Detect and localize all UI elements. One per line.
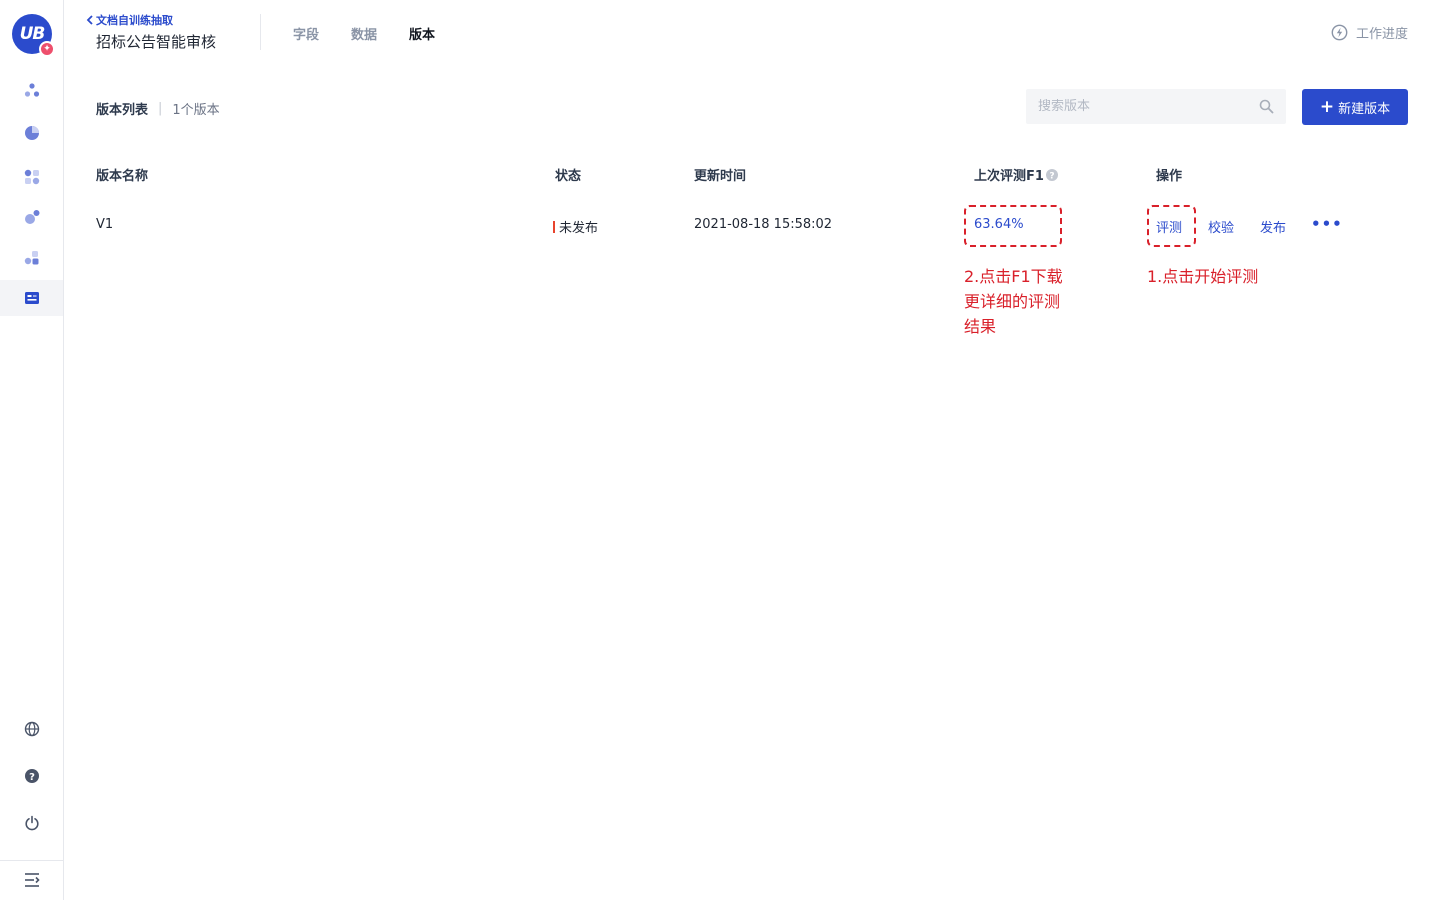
document-extract-icon [24,292,39,304]
f1-annotation-line-1: 2.点击F1下载 [964,267,1063,286]
column-header-updated: 更新时间 [694,169,747,184]
lightning-circle-icon [1331,24,1348,41]
sidebar-item-language[interactable] [0,711,63,747]
title-separator: | [158,101,163,116]
globe-icon [24,721,39,737]
sidebar-item-pie[interactable] [0,115,63,151]
sidebar-item-help[interactable]: ? [0,758,63,794]
work-progress-label: 工作进度 [1355,27,1408,42]
search-input[interactable] [1026,99,1259,114]
tab-data[interactable]: 数据 [351,24,377,43]
f1-annotation-line-2: 更详细的评测 [964,292,1061,311]
sidebar-item-blocks[interactable] [0,159,63,195]
column-header-actions: 操作 [1156,169,1183,184]
sidebar-divider [0,860,63,861]
sidebar-collapse-button[interactable] [0,862,63,898]
more-actions-icon[interactable]: ••• [1311,215,1343,233]
tab-fields[interactable]: 字段 [293,24,319,43]
sidebar-item-cubes[interactable] [0,240,63,276]
status-badge: 未发布 [559,221,599,236]
back-link-label: 文档自训练抽取 [96,14,173,27]
chevron-left-icon [86,15,93,25]
tab-bar: 字段 数据 版本 [293,24,435,43]
status-indicator [553,221,555,233]
tab-versions[interactable]: 版本 [409,24,435,43]
header-divider [260,14,261,50]
blocks-icon [24,169,39,185]
version-name: V1 [96,217,114,232]
sidebar-item-nodes[interactable] [0,72,63,108]
power-icon [24,815,39,831]
svg-text:?: ? [29,772,35,783]
menu-collapse-icon [24,873,40,887]
column-header-f1: 上次评测F1 [974,169,1044,184]
header: 文档自训练抽取 招标公告智能审核 字段 数据 版本 工作进度 [64,0,1440,64]
logo-text: UB [19,24,46,44]
search-icon[interactable] [1259,99,1274,114]
f1-annotation-line-3: 结果 [964,317,997,336]
validate-button[interactable]: 校验 [1208,217,1234,236]
version-count: 1个版本 [172,103,220,118]
version-list-title: 版本列表 [96,103,149,118]
work-progress-button[interactable]: 工作进度 [1331,23,1408,42]
column-header-f1-wrap: 上次评测F1 ? [974,165,1059,184]
bubbles-icon [24,210,39,224]
sidebar: UB ✦ ? [0,0,64,900]
back-link[interactable]: 文档自训练抽取 [86,12,173,28]
f1-annotation: 2.点击F1下载 更详细的评测 结果 [964,264,1063,339]
evaluate-annotation: 1.点击开始评测 [1147,267,1259,286]
nodes-icon [24,83,39,97]
svg-text:?: ? [1049,171,1054,181]
publish-button[interactable]: 发布 [1260,217,1286,236]
column-header-status: 状态 [555,169,582,184]
f1-highlight-box [964,205,1062,247]
project-title: 招标公告智能审核 [96,33,217,51]
search-box [1026,89,1286,124]
new-version-button[interactable]: + 新建版本 [1302,89,1408,125]
logo-badge-icon: ✦ [39,41,55,57]
new-version-label: 新建版本 [1338,101,1391,117]
sidebar-item-document-extract[interactable] [0,280,63,316]
plus-icon: + [1319,96,1335,117]
updated-time: 2021-08-18 15:58:02 [694,217,833,232]
status-cell: 未发布 [553,217,598,236]
help-circle-icon[interactable]: ? [1045,168,1059,182]
cubes-icon [24,251,38,265]
sidebar-item-bubbles[interactable] [0,199,63,235]
help-icon: ? [24,769,39,783]
version-list-heading: 版本列表 | 1个版本 [96,99,220,118]
sidebar-item-logout[interactable] [0,805,63,841]
pie-icon [24,126,39,140]
evaluate-highlight-box [1147,205,1196,247]
column-header-name: 版本名称 [96,169,149,184]
app-logo[interactable]: UB ✦ [12,14,55,57]
